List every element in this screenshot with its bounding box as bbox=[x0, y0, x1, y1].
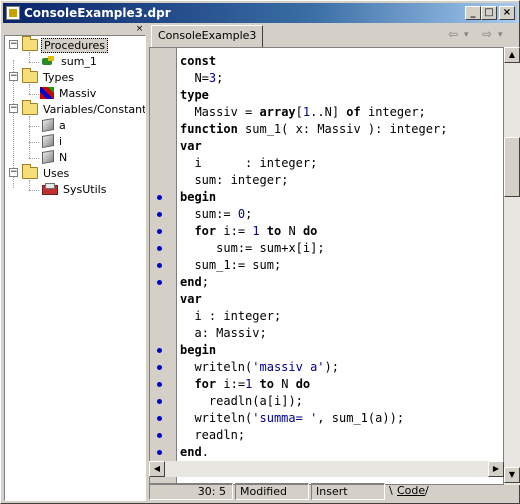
tree-node-massiv[interactable]: Massiv bbox=[40, 86, 98, 102]
scroll-up-button[interactable]: ▲ bbox=[504, 47, 520, 63]
breakpoint-dot-icon[interactable] bbox=[157, 212, 162, 217]
breakpoint-dot-icon[interactable] bbox=[157, 399, 162, 404]
code-line: sum: integer; bbox=[194, 173, 289, 187]
type-icon bbox=[40, 87, 54, 99]
code-line: sum:= 0; bbox=[194, 207, 253, 221]
expander-variables[interactable]: − bbox=[9, 104, 18, 113]
folder-icon bbox=[22, 36, 38, 51]
code-explorer-tree[interactable]: − Procedures sum_1 − Types Massiv − Vari… bbox=[4, 35, 146, 501]
maximize-button[interactable]: □ bbox=[481, 6, 497, 20]
code-line: i : integer; bbox=[194, 309, 282, 323]
vertical-scrollbar[interactable]: ▲ ▼ bbox=[504, 47, 520, 485]
tree-node-a[interactable]: a bbox=[42, 117, 68, 134]
window-title: ConsoleExample3.dpr bbox=[24, 6, 171, 20]
code-line: a: Massiv; bbox=[194, 326, 267, 340]
tree-node-sum_1[interactable]: sum_1 bbox=[40, 54, 99, 70]
vertical-scroll-thumb[interactable] bbox=[504, 137, 520, 197]
title-bar[interactable]: ConsoleExample3.dpr _ □ × bbox=[3, 3, 517, 23]
code-line: var bbox=[180, 292, 202, 306]
source-code: const N=3; type Massiv = array[1..N] of i… bbox=[180, 53, 447, 461]
folder-icon bbox=[22, 164, 38, 179]
expander-procedures[interactable]: − bbox=[9, 40, 18, 49]
variable-icon bbox=[42, 117, 54, 133]
code-line: end; bbox=[180, 275, 209, 289]
code-line: begin bbox=[180, 343, 217, 357]
code-explorer-panel: × − Procedures sum_1 − Types Massiv − Va… bbox=[4, 25, 146, 501]
code-line: sum:= sum+x[i]; bbox=[216, 241, 325, 255]
code-line: sum_1:= sum; bbox=[194, 258, 282, 272]
breakpoint-dot-icon[interactable] bbox=[157, 450, 162, 455]
procedure-icon bbox=[40, 55, 56, 67]
back-dropdown-icon[interactable]: ▾ bbox=[464, 30, 469, 40]
code-line: for i:= 1 to N do bbox=[194, 224, 318, 238]
expander-types[interactable]: − bbox=[9, 72, 18, 81]
code-line: var bbox=[180, 139, 202, 153]
breakpoint-dot-icon[interactable] bbox=[157, 416, 162, 421]
code-line: i : integer; bbox=[194, 156, 318, 170]
code-editor: ConsoleExample3 ⇦ ▾ ⇨ ▾ const N=3; type M… bbox=[149, 25, 520, 501]
code-line: readln(a[i]); bbox=[208, 394, 303, 408]
forward-dropdown-icon[interactable]: ▾ bbox=[498, 30, 503, 40]
code-line: writeln('summa= ', sum_1(a)); bbox=[194, 411, 405, 425]
cursor-position: 30: 5 bbox=[149, 483, 233, 500]
breakpoint-dot-icon[interactable] bbox=[157, 365, 162, 370]
tree-node-i[interactable]: i bbox=[42, 133, 64, 150]
code-line: for i:=1 to N do bbox=[194, 377, 311, 391]
code-line: readln; bbox=[194, 428, 246, 442]
breakpoint-dot-icon[interactable] bbox=[157, 382, 162, 387]
minimize-button[interactable]: _ bbox=[465, 6, 481, 20]
code-line: begin bbox=[180, 190, 217, 204]
breakpoint-gutter[interactable] bbox=[150, 48, 176, 484]
close-button[interactable]: × bbox=[499, 6, 515, 20]
code-line: N=3; bbox=[194, 71, 224, 85]
tree-node-sysutils[interactable]: SysUtils bbox=[40, 182, 108, 198]
horizontal-scrollbar[interactable]: ◀ ▶ bbox=[149, 461, 504, 477]
scroll-right-button[interactable]: ▶ bbox=[488, 461, 504, 477]
modified-indicator: Modified bbox=[235, 483, 309, 500]
tree-node-types[interactable]: Types bbox=[22, 68, 76, 86]
scroll-left-button[interactable]: ◀ bbox=[149, 461, 165, 477]
back-arrow-icon[interactable]: ⇦ bbox=[448, 27, 458, 41]
tree-node-variables-constants[interactable]: Variables/Constants bbox=[22, 100, 145, 118]
folder-icon bbox=[22, 100, 38, 115]
tree-node-procedures[interactable]: Procedures bbox=[22, 36, 108, 54]
breakpoint-dot-icon[interactable] bbox=[157, 348, 162, 353]
nav-arrows: ⇦ ▾ ⇨ ▾ bbox=[448, 27, 512, 43]
status-bar: 30: 5 Modified Insert \ Code / bbox=[149, 481, 518, 501]
ide-window: ConsoleExample3.dpr _ □ × × − Procedures… bbox=[0, 0, 520, 504]
variable-icon bbox=[42, 149, 54, 165]
breakpoint-dot-icon[interactable] bbox=[157, 433, 162, 438]
variable-icon bbox=[42, 133, 54, 149]
tree-node-uses[interactable]: Uses bbox=[22, 164, 71, 182]
breakpoint-dot-icon[interactable] bbox=[157, 280, 162, 285]
code-view-tab[interactable]: \ Code / bbox=[389, 483, 429, 500]
forward-arrow-icon[interactable]: ⇨ bbox=[482, 27, 492, 41]
breakpoint-dot-icon[interactable] bbox=[157, 246, 162, 251]
project-icon bbox=[6, 6, 20, 20]
folder-icon bbox=[22, 68, 38, 83]
tree-node-n[interactable]: N bbox=[42, 149, 69, 166]
code-line: const bbox=[180, 54, 217, 68]
tab-consoleexample3[interactable]: ConsoleExample3 bbox=[151, 25, 264, 47]
breakpoint-dot-icon[interactable] bbox=[157, 229, 162, 234]
breakpoint-dot-icon[interactable] bbox=[157, 195, 162, 200]
expander-uses[interactable]: − bbox=[9, 168, 18, 177]
code-line: writeln('massiv a'); bbox=[194, 360, 339, 374]
code-line: type bbox=[180, 88, 209, 102]
code-line: function sum_1( x: Massiv ): integer; bbox=[180, 122, 448, 136]
breakpoint-dot-icon[interactable] bbox=[157, 263, 162, 268]
insert-mode-indicator: Insert bbox=[311, 483, 385, 500]
unit-icon bbox=[40, 183, 58, 195]
code-line: Massiv = array[1..N] of integer; bbox=[194, 105, 426, 119]
editor-tab-bar: ConsoleExample3 ⇦ ▾ ⇨ ▾ bbox=[149, 25, 518, 47]
panel-close-icon[interactable]: × bbox=[135, 25, 144, 34]
code-line: end. bbox=[180, 445, 209, 459]
code-text-area[interactable]: const N=3; type Massiv = array[1..N] of i… bbox=[149, 47, 504, 485]
